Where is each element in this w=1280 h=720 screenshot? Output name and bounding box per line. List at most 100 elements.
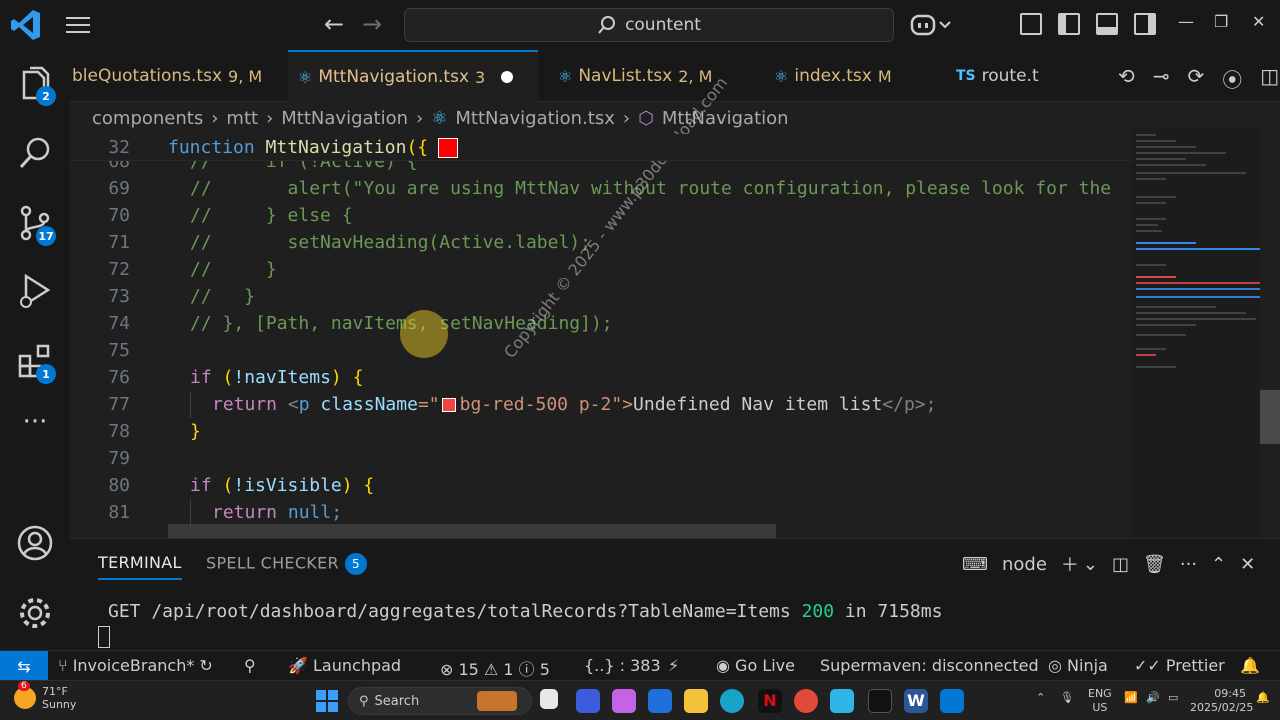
toggle-sidebar-icon[interactable] bbox=[1058, 13, 1080, 35]
scrollbar-thumb[interactable] bbox=[1260, 390, 1280, 444]
clock[interactable]: 09:45 2025/02/25 bbox=[1190, 687, 1253, 715]
terminal-shell-label[interactable]: node bbox=[1002, 554, 1047, 575]
code-line[interactable]: 76 if (!navItems) { bbox=[70, 364, 1132, 391]
store-icon[interactable] bbox=[648, 689, 672, 713]
split-terminal-icon[interactable]: ◫ bbox=[1112, 554, 1129, 575]
minimize-icon[interactable]: — bbox=[1178, 12, 1194, 31]
copilot-icon[interactable] bbox=[910, 12, 956, 38]
taskbar-search[interactable]: ⚲ Search bbox=[348, 687, 532, 715]
menu-button[interactable] bbox=[62, 12, 94, 38]
windows-start-icon[interactable] bbox=[316, 690, 338, 712]
go-live-status[interactable]: ◉ Go Live bbox=[716, 656, 795, 675]
git-graph-icon[interactable]: ⦿ bbox=[1222, 64, 1242, 93]
language-indicator[interactable]: ENG US bbox=[1088, 687, 1112, 715]
tab-mttnavigation[interactable]: ⚛ MttNavigation.tsx 3 bbox=[288, 50, 538, 102]
status-bar: ⇆ ⑂ InvoiceBranch* ↻ ⚲ 🚀 Launchpad ⊗ 15 … bbox=[0, 650, 1280, 681]
code-line[interactable]: 69 // alert("You are using MttNav withou… bbox=[70, 175, 1132, 202]
run-debug-icon[interactable] bbox=[16, 272, 54, 310]
selection-status[interactable]: {..} : 383 bbox=[584, 656, 661, 675]
forward-arrow-icon[interactable]: → bbox=[362, 10, 382, 38]
toggle-panel-icon[interactable] bbox=[1096, 13, 1118, 35]
more-actions-icon[interactable]: ··· bbox=[1180, 554, 1197, 575]
code-line[interactable]: 74 // }, [Path, navItems, setNavHeading]… bbox=[70, 310, 1132, 337]
code-line[interactable]: 73 // } bbox=[70, 283, 1132, 310]
customize-layout-icon[interactable] bbox=[1020, 13, 1042, 35]
horizontal-scrollbar[interactable] bbox=[168, 524, 776, 538]
chevron-up-icon[interactable]: ⌃ bbox=[1211, 554, 1226, 575]
code-line[interactable]: 78 } bbox=[70, 418, 1132, 445]
split-editor-icon[interactable]: ◫ bbox=[1260, 64, 1279, 93]
command-center-search[interactable]: countent bbox=[404, 8, 894, 42]
branch-status[interactable]: ⑂ InvoiceBranch* ↻ bbox=[58, 656, 213, 675]
code-line[interactable]: 81 return null; bbox=[70, 499, 1132, 526]
breadcrumb-item[interactable]: MttNavigation bbox=[281, 108, 408, 129]
trash-icon[interactable]: 🗑 bbox=[1143, 554, 1166, 575]
weather-desc: Sunny bbox=[42, 698, 77, 711]
restore-icon[interactable]: ❐ bbox=[1214, 12, 1228, 31]
timeline-forward-icon[interactable]: ⟳ bbox=[1188, 64, 1205, 93]
go-live-label: Go Live bbox=[735, 656, 795, 675]
tab-quotations[interactable]: bleQuotations.tsx 9, M bbox=[62, 50, 288, 102]
new-terminal-icon[interactable]: ＋ bbox=[1061, 551, 1079, 577]
breadcrumb-item[interactable]: mtt bbox=[226, 108, 258, 129]
timeline-back-icon[interactable]: ⟲ bbox=[1118, 64, 1135, 93]
notification-center-icon[interactable]: 🔔 bbox=[1256, 691, 1270, 705]
code-token: !navItems bbox=[233, 367, 331, 388]
ninja-status[interactable]: ◎ Ninja bbox=[1048, 656, 1108, 675]
vertical-scrollbar[interactable] bbox=[1260, 128, 1280, 538]
git-graph-icon[interactable]: ⚲ bbox=[244, 656, 256, 675]
close-window-icon[interactable]: ✕ bbox=[1252, 12, 1265, 31]
wifi-icon[interactable]: 📶 bbox=[1124, 691, 1138, 705]
commit-icon[interactable]: ⊸ bbox=[1153, 64, 1170, 93]
code-line[interactable]: 72 // } bbox=[70, 256, 1132, 283]
code-line[interactable]: 80 if (!isVisible) { bbox=[70, 472, 1132, 499]
search-icon[interactable] bbox=[16, 134, 54, 172]
toggle-secondary-sidebar-icon[interactable] bbox=[1134, 13, 1156, 35]
tab-index[interactable]: ⚛ index.tsx M bbox=[764, 50, 934, 102]
back-arrow-icon[interactable]: ← bbox=[324, 10, 344, 38]
minimap[interactable] bbox=[1132, 128, 1260, 538]
gear-icon[interactable] bbox=[16, 594, 54, 632]
code-token: ) { bbox=[330, 367, 364, 388]
prettier-status[interactable]: ✓✓ Prettier bbox=[1134, 656, 1225, 675]
code-editor[interactable]: 32 function MttNavigation({ 68 // if (!A… bbox=[70, 134, 1132, 538]
tab-route[interactable]: TS route.t bbox=[946, 50, 1048, 102]
tiktok-icon[interactable] bbox=[868, 689, 892, 713]
tab-spell-checker[interactable]: SPELL CHECKER 5 bbox=[206, 553, 367, 575]
account-icon[interactable] bbox=[16, 524, 54, 562]
lightning-icon[interactable]: ⚡ bbox=[668, 656, 679, 675]
sticky-scroll-line[interactable]: 32 function MttNavigation({ bbox=[70, 134, 1132, 161]
chevron-right-icon: › bbox=[622, 107, 631, 129]
chrome-icon[interactable] bbox=[794, 689, 818, 713]
chevron-down-icon[interactable]: ⌄ bbox=[1083, 554, 1098, 575]
app-icon[interactable] bbox=[576, 689, 600, 713]
task-view-icon[interactable] bbox=[540, 689, 558, 709]
code-token: MttNavigation bbox=[265, 136, 407, 158]
file-explorer-icon[interactable] bbox=[684, 689, 708, 713]
chevron-up-icon[interactable]: ⌃ bbox=[1036, 691, 1045, 705]
breadcrumb-item[interactable]: components bbox=[92, 108, 203, 129]
word-icon[interactable]: W bbox=[904, 689, 928, 713]
code-line[interactable]: 77 return <p className=" bg-red-500 p-2">… bbox=[70, 391, 1132, 418]
more-icon[interactable]: ··· bbox=[16, 409, 54, 450]
launchpad-status[interactable]: 🚀 Launchpad bbox=[288, 656, 401, 675]
unsaved-dot-icon[interactable] bbox=[501, 71, 514, 83]
supermaven-status[interactable]: Supermaven: disconnected bbox=[820, 656, 1039, 675]
close-panel-icon[interactable]: ✕ bbox=[1240, 554, 1255, 575]
code-line[interactable]: 75 bbox=[70, 337, 1132, 364]
code-line[interactable]: 79 bbox=[70, 445, 1132, 472]
vscode-taskbar-icon[interactable] bbox=[940, 689, 964, 713]
volume-icon[interactable]: 🔊 bbox=[1146, 691, 1160, 705]
remote-icon[interactable]: ⇆ bbox=[0, 651, 48, 681]
weather-widget[interactable]: 6 71°F Sunny bbox=[14, 681, 77, 711]
battery-icon[interactable]: ▭ bbox=[1168, 691, 1178, 705]
app-icon[interactable] bbox=[830, 689, 854, 713]
tab-terminal[interactable]: TERMINAL bbox=[98, 553, 182, 580]
copilot-app-icon[interactable] bbox=[612, 689, 636, 713]
edge-icon[interactable] bbox=[720, 689, 744, 713]
microphone-icon[interactable]: 🎙 bbox=[1060, 691, 1074, 705]
problems-status[interactable]: ⊗ 15 ⚠ 1 ⓘ 5 bbox=[440, 656, 550, 680]
notifications-bell-icon[interactable]: 🔔 bbox=[1240, 656, 1260, 675]
netflix-icon[interactable]: N bbox=[758, 689, 782, 713]
breadcrumb-item[interactable]: MttNavigation.tsx bbox=[455, 108, 615, 129]
